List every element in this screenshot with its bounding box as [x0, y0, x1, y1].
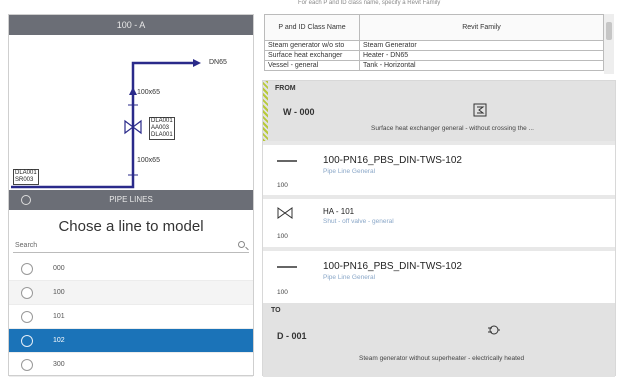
- pipe-lines-title: PIPE LINES: [109, 195, 153, 204]
- table-header-row: P and ID Class Name Revit Family: [264, 14, 604, 41]
- table-cell: Steam generator w/o sto: [264, 40, 360, 51]
- steam-generator-icon: [488, 325, 500, 335]
- from-description: Surface heat exchanger general - without…: [371, 125, 534, 132]
- segment-size: 100: [277, 289, 288, 296]
- flow-arrow-icon: [193, 59, 201, 67]
- app-root: 100 - A DN65 100x65 100x65 DLA001 AA003: [0, 0, 624, 387]
- line-item-300[interactable]: 300: [9, 353, 253, 377]
- to-label: TO: [271, 307, 281, 314]
- line-item-101[interactable]: 101: [9, 305, 253, 329]
- segment-name: 100-PN16_PBS_DIN-TWS-102: [323, 261, 462, 272]
- table-row[interactable]: Vessel - general Tank - Horizontal: [264, 60, 604, 71]
- pipe-size-label-bottom: 100x65: [137, 157, 160, 164]
- valve-tag: DLA001: [151, 118, 173, 124]
- heat-exchanger-icon: [473, 103, 487, 117]
- route-segment[interactable]: 100-PN16_PBS_DIN-TWS-102 Pipe Line Gener…: [263, 145, 615, 195]
- search-input[interactable]: Search: [13, 239, 249, 253]
- radio-button[interactable]: [21, 287, 33, 299]
- mapping-hint: For each P and ID class name, specify a …: [298, 0, 441, 6]
- line-tag-box[interactable]: DLA001 SR003: [13, 169, 39, 185]
- segment-size: 100: [277, 233, 288, 240]
- pipe-lines-bar: PIPE LINES: [9, 190, 253, 210]
- diagram-header: 100 - A: [9, 15, 253, 35]
- table-scrollbar[interactable]: [604, 14, 614, 74]
- to-code: D - 001: [277, 331, 307, 341]
- valve-tag: AA003: [151, 125, 170, 131]
- valve-tag: DLA001: [151, 132, 173, 138]
- selection-stripe: [263, 81, 268, 141]
- line-item-100[interactable]: 100: [9, 281, 253, 305]
- column-header-class-name: P and ID Class Name: [264, 14, 360, 41]
- line-item-label: 101: [53, 313, 65, 320]
- segment-size: 100: [277, 182, 288, 189]
- search-placeholder: Search: [15, 242, 38, 249]
- from-code: W - 000: [283, 107, 315, 117]
- search-icon[interactable]: [238, 241, 245, 248]
- radio-button[interactable]: [21, 263, 33, 275]
- line-item-label: 300: [53, 361, 65, 368]
- pid-diagram[interactable]: DN65 100x65 100x65 DLA001 AA003 DLA001 D…: [9, 35, 253, 190]
- to-description: Steam generator without superheater - el…: [359, 355, 525, 362]
- to-block[interactable]: TO D - 001 Steam generator without super…: [263, 303, 615, 377]
- pipe-line-list: 000 100 101 102 300: [9, 257, 253, 377]
- segment-name: 100-PN16_PBS_DIN-TWS-102: [323, 155, 462, 166]
- table-cell: Surface heat exchanger: [264, 50, 360, 61]
- pipe-line-icon: [277, 160, 297, 162]
- radio-button[interactable]: [21, 335, 33, 347]
- line-item-label: 102: [53, 337, 65, 344]
- family-mapping-table: P and ID Class Name Revit Family Steam g…: [264, 14, 604, 71]
- table-cell[interactable]: Steam Generator: [359, 40, 604, 51]
- valve-tag-box[interactable]: DLA001 AA003 DLA001: [149, 117, 175, 140]
- pipe-size-label-top: 100x65: [137, 89, 160, 96]
- line-item-label: 100: [53, 289, 65, 296]
- segment-type: Shut - off valve - general: [323, 218, 394, 225]
- table-cell[interactable]: Tank - Horizontal: [359, 60, 604, 71]
- table-cell: Vessel - general: [264, 60, 360, 71]
- valve-icon: [277, 207, 293, 219]
- route-segment[interactable]: HA - 101 Shut - off valve - general 100: [263, 199, 615, 247]
- line-tag: DLA001: [15, 170, 37, 176]
- segment-name: HA - 101: [323, 207, 355, 216]
- pipe-line-icon: [277, 266, 297, 268]
- radio-button[interactable]: [21, 359, 33, 371]
- up-arrow-icon: [129, 87, 137, 95]
- from-block[interactable]: FROM W - 000 Surface heat exchanger gene…: [263, 81, 615, 141]
- line-item-label: 000: [53, 265, 65, 272]
- column-header-revit-family: Revit Family: [359, 14, 604, 41]
- table-cell[interactable]: Heater - DN65: [359, 50, 604, 61]
- table-row[interactable]: Surface heat exchanger Heater - DN65: [264, 50, 604, 61]
- route-panel: FROM W - 000 Surface heat exchanger gene…: [262, 80, 616, 377]
- chose-line-title: Chose a line to model: [58, 218, 204, 235]
- dn-label: DN65: [209, 59, 227, 66]
- from-label: FROM: [275, 85, 296, 92]
- segment-type: Pipe Line General: [323, 168, 376, 175]
- route-segment[interactable]: 100-PN16_PBS_DIN-TWS-102 Pipe Line Gener…: [263, 251, 615, 303]
- segment-type: Pipe Line General: [323, 274, 376, 281]
- line-item-102[interactable]: 102: [9, 329, 253, 353]
- right-panel: For each P and ID class name, specify a …: [258, 0, 620, 381]
- table-row[interactable]: Steam generator w/o sto Steam Generator: [264, 40, 604, 51]
- line-tag: SR003: [15, 177, 34, 183]
- collapse-toggle-icon[interactable]: [21, 195, 31, 205]
- left-panel: 100 - A DN65 100x65 100x65 DLA001 AA003: [8, 14, 254, 377]
- radio-button[interactable]: [21, 311, 33, 323]
- line-item-000[interactable]: 000: [9, 257, 253, 281]
